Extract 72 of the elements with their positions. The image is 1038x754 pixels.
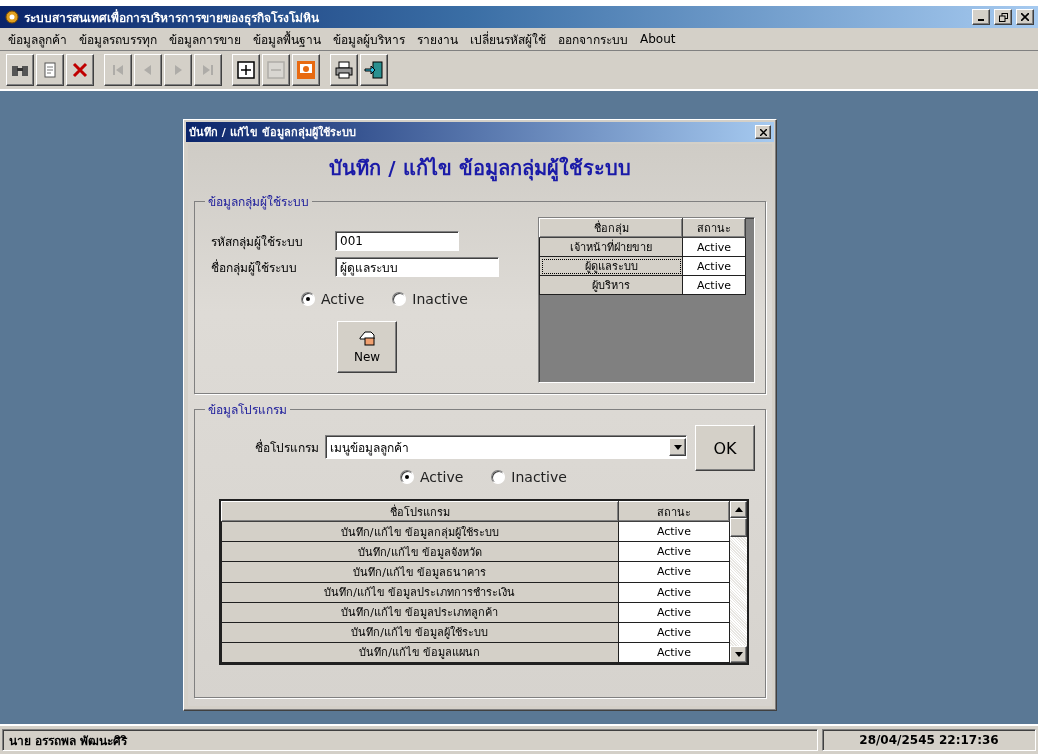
menu-item[interactable]: รายงาน — [413, 29, 462, 49]
toolbar-button[interactable] — [232, 54, 260, 86]
menu-item[interactable]: ออกจากระบบ — [554, 29, 632, 49]
menu-item[interactable]: เปลี่ยนรหัสผู้ใช้ — [466, 29, 550, 49]
table-cell: บันทึก/แก้ไข ข้อมูลธนาคาร — [221, 561, 619, 582]
table-cell: บันทึก/แก้ไข ข้อมูลกลุ่มผู้ใช้ระบบ — [221, 521, 619, 542]
radio-label: Inactive — [511, 469, 567, 485]
radio-button[interactable] — [301, 292, 315, 306]
window-title: ระบบสารสนเทศเพื่อการบริหารการขายของธุรกิจโรงโม่หิน — [24, 8, 320, 27]
ok-button[interactable]: OK — [695, 425, 755, 471]
toolbar-button[interactable] — [292, 54, 320, 86]
menu-item[interactable]: About — [636, 32, 680, 46]
radio-button[interactable] — [392, 292, 407, 306]
folder-icon — [358, 330, 376, 348]
field-label: รหัสกลุ่มผู้ใช้ระบบ — [211, 233, 304, 251]
scrollbar[interactable] — [730, 501, 747, 663]
table-cell: บันทึก/แก้ไข ข้อมูลประเภทลูกค้า — [221, 602, 619, 623]
form-heading: บันทึก / แก้ไข ข้อมูลกลุ่มผู้ใช้ระบบ — [329, 155, 631, 184]
radio-label: Active — [321, 291, 365, 307]
menu-item[interactable]: ข้อมูลลูกค้า — [4, 29, 71, 49]
plus-icon — [236, 60, 256, 80]
radio-label: Active — [420, 469, 464, 485]
panel-legend: ข้อมูลกลุ่มผู้ใช้ระบบ — [205, 192, 312, 211]
panel-legend: ข้อมูลโปรแกรม — [205, 400, 290, 419]
text-field[interactable]: ผู้ดูแลระบบ — [335, 257, 499, 277]
radio-label: Inactive — [412, 291, 468, 307]
image-icon — [296, 60, 316, 80]
restore-icon — [998, 12, 1008, 22]
new-button[interactable]: New — [337, 321, 397, 373]
menu-item[interactable]: ข้อมูลผู้บริหาร — [329, 29, 409, 49]
scroll-thumb[interactable] — [730, 518, 747, 537]
field-label: ชื่อโปรแกรม — [255, 438, 319, 457]
scroll-down-button[interactable] — [730, 646, 747, 663]
toolbar-button[interactable] — [66, 54, 94, 86]
dropdown-button[interactable] — [669, 438, 686, 456]
table-cell: บันทึก/แก้ไข ข้อมูลแผนก — [221, 642, 619, 663]
close-button[interactable] — [755, 125, 771, 139]
down-arrow-icon — [673, 444, 682, 450]
close-icon — [70, 60, 90, 80]
radio-button[interactable] — [491, 470, 506, 484]
restore-button[interactable] — [994, 9, 1012, 25]
close-button[interactable] — [1016, 9, 1034, 25]
column-header: สถานะ — [682, 218, 746, 238]
date-time: 28/04/2545 22:17:36 — [822, 729, 1036, 751]
dialog-title: บันทึก / แก้ไข ข้อมูลกลุ่มผู้ใช้ระบบ — [189, 124, 356, 141]
toolbar-button[interactable] — [6, 54, 34, 86]
printer-icon — [334, 60, 354, 80]
scroll-up-button[interactable] — [730, 501, 747, 518]
user-name: นาย อรรถพล พัฒนะศิริ — [2, 729, 818, 751]
field-label: ชื่อกลุ่มผู้ใช้ระบบ — [211, 258, 298, 277]
column-header: สถานะ — [618, 501, 730, 522]
menu-item[interactable]: ข้อมูลรถบรรทุก — [75, 29, 161, 49]
column-header: ชื่อโปรแกรม — [221, 501, 619, 522]
menu-item[interactable]: ข้อมูลการขาย — [165, 29, 245, 49]
down-arrow-icon — [734, 652, 743, 657]
menu-item[interactable]: ข้อมูลพื้นฐาน — [249, 29, 325, 49]
table-cell: บันทึก/แก้ไข ข้อมูลจังหวัด — [221, 541, 619, 562]
toolbar-button[interactable] — [360, 54, 388, 86]
minus-icon — [266, 60, 286, 80]
table-cell: บันทึก/แก้ไข ข้อมูลประเภทการชำระเงิน — [221, 582, 619, 603]
toolbar-button[interactable] — [330, 54, 358, 86]
up-arrow-icon — [734, 507, 743, 512]
exit-door-icon — [364, 60, 384, 80]
text-field[interactable]: 001 — [335, 231, 459, 251]
close-icon — [1021, 13, 1029, 21]
table-cell: บันทึก/แก้ไข ข้อมูลผู้ใช้ระบบ — [221, 622, 619, 643]
radio-button[interactable] — [400, 470, 414, 484]
minimize-button[interactable] — [972, 9, 990, 25]
toolbar-button[interactable] — [36, 54, 64, 86]
close-icon — [759, 128, 767, 136]
column-header: ชื่อกลุ่ม — [539, 218, 683, 238]
program-dropdown[interactable]: เมนูข้อมูลลูกค้า — [325, 435, 687, 459]
